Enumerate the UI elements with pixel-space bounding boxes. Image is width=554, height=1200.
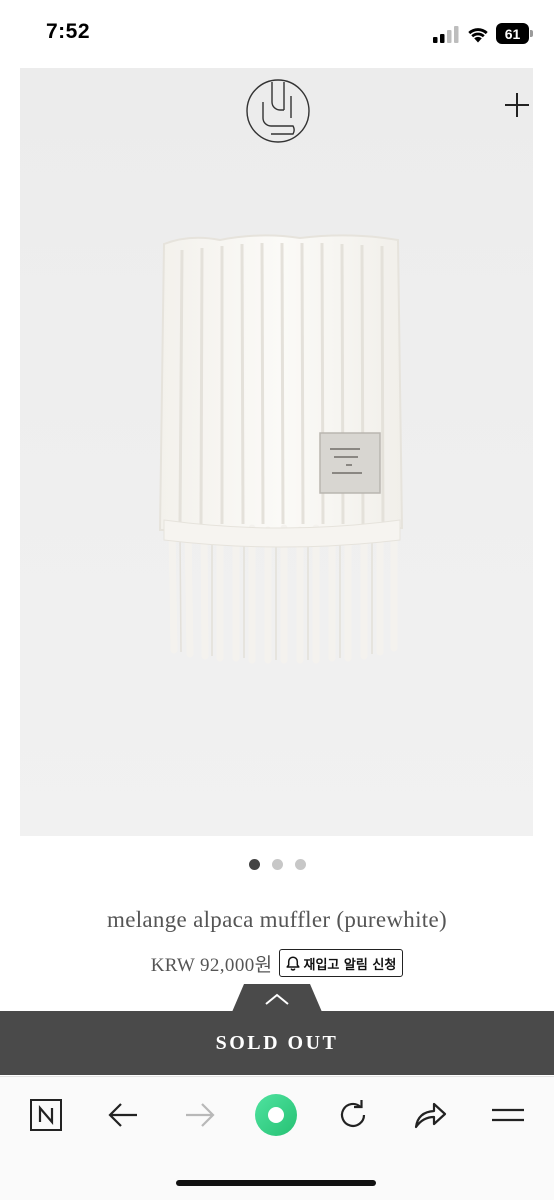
status-time: 7:52	[46, 20, 91, 43]
price-row: KRW 92,000원 재입고 알림 신청	[0, 947, 554, 979]
status-bar: 7:52 61	[0, 0, 554, 66]
signal-icon	[433, 26, 459, 43]
restock-alert-label: 재입고 알림 신청	[303, 957, 397, 973]
sold-out-button[interactable]: SOLD OUT	[0, 1011, 554, 1075]
menu-icon	[492, 1108, 524, 1122]
battery-icon: 61	[496, 23, 534, 44]
brand-logo[interactable]	[245, 78, 311, 144]
wifi-icon	[468, 28, 488, 43]
product-image[interactable]	[20, 68, 533, 836]
carousel-dot-3[interactable]	[294, 859, 306, 870]
sold-out-label: SOLD OUT	[215, 1031, 339, 1054]
product-price: KRW 92,000원	[150, 954, 273, 976]
expand-button[interactable]	[500, 88, 533, 122]
arrow-right-icon	[186, 1103, 215, 1127]
product-name: melange alpaca muffler (purewhite)	[107, 907, 447, 932]
refresh-icon	[340, 1100, 366, 1128]
scarf-photo	[158, 234, 404, 664]
share-button[interactable]	[408, 1093, 452, 1137]
refresh-button[interactable]	[331, 1093, 375, 1137]
green-dot-button[interactable]	[254, 1093, 298, 1137]
green-dot-icon	[255, 1094, 297, 1136]
collapse-tab[interactable]	[232, 984, 322, 1012]
forward-button[interactable]	[178, 1093, 222, 1137]
battery-level: 61	[504, 25, 521, 42]
plus-icon	[505, 93, 529, 117]
bell-icon	[285, 955, 300, 971]
home-indicator	[176, 1180, 376, 1186]
carousel-dot-1[interactable]	[248, 859, 260, 870]
share-icon	[414, 1102, 447, 1129]
carousel-dots	[0, 859, 554, 873]
restock-alert-button[interactable]: 재입고 알림 신청	[278, 949, 404, 977]
carousel-dot-2[interactable]	[271, 859, 283, 870]
arrow-left-icon	[108, 1103, 137, 1127]
naver-home-button[interactable]	[24, 1093, 68, 1137]
naver-n-icon	[30, 1099, 62, 1131]
back-button[interactable]	[101, 1093, 145, 1137]
menu-button[interactable]	[486, 1093, 530, 1137]
